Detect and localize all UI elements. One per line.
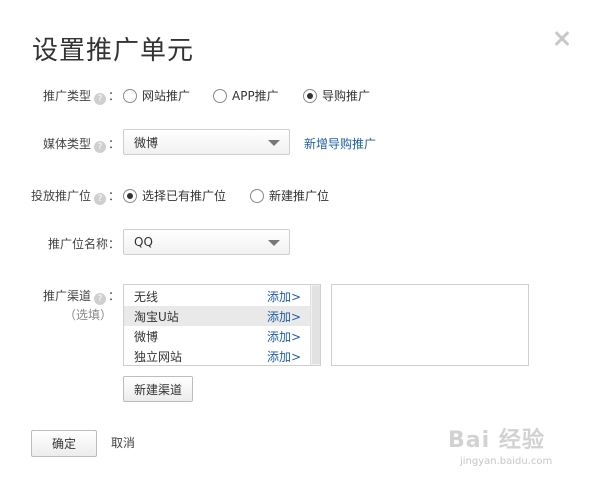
media-type-select[interactable]: 微博: [123, 129, 290, 155]
caret-down-icon: [268, 240, 280, 246]
radio-label: 网站推广: [142, 89, 191, 103]
radio-shopping-promo[interactable]: 导购推广: [303, 87, 370, 104]
media-type-label: 媒体类型: [42, 137, 91, 151]
help-icon[interactable]: ?: [93, 293, 106, 305]
help-icon[interactable]: ?: [93, 93, 106, 105]
scrollbar-thumb[interactable]: [312, 286, 320, 364]
set-promo-unit-dialog: 设置推广单元 推广类型?： 网站推广 APP推广 导购推广 媒体类型?： 微博 …: [0, 0, 595, 485]
radio-circle-icon[interactable]: [123, 88, 137, 103]
channel-list[interactable]: 无线 添加> 淘宝U站 添加> 微博 添加> 独立网站 添加>: [123, 284, 321, 366]
list-item-selected[interactable]: 淘宝U站 添加>: [124, 306, 310, 326]
radio-label: 选择已有推广位: [142, 189, 227, 203]
cancel-link[interactable]: 取消: [111, 434, 135, 451]
caret-down-icon: [268, 140, 280, 146]
list-item[interactable]: 独立网站 添加>: [124, 346, 310, 365]
watermark-brand: Bai 经验: [448, 428, 545, 453]
channel-name: 无线: [134, 289, 159, 304]
radio-circle-icon[interactable]: [250, 188, 264, 203]
channel-name: 淘宝U站: [134, 309, 179, 324]
radio-site-promo[interactable]: 网站推广: [123, 87, 190, 104]
placement-name-value: QQ: [134, 235, 153, 249]
radio-existing-placement[interactable]: 选择已有推广位: [123, 187, 226, 204]
placement-label-row: 投放推广位?：: [30, 189, 120, 205]
radio-circle-checked-icon[interactable]: [303, 88, 317, 103]
channel-optional-label: （选填）: [63, 308, 112, 322]
radio-label: 导购推广: [322, 89, 371, 103]
placement-label: 投放推广位: [30, 189, 91, 203]
add-shopping-promo-link[interactable]: 新增导购推广: [304, 135, 376, 152]
help-icon[interactable]: ?: [93, 141, 106, 153]
placement-name-select[interactable]: QQ: [123, 229, 290, 255]
channel-label: 推广渠道: [42, 289, 91, 303]
add-channel-link[interactable]: 添加>: [267, 348, 301, 365]
media-type-value: 微博: [134, 135, 159, 150]
list-scrollbar[interactable]: [310, 285, 320, 365]
selected-channels-box[interactable]: [331, 284, 529, 366]
baidu-jingyan-watermark: Bai 经验 jingyan.baidu.com: [448, 420, 583, 474]
new-channel-button[interactable]: 新建渠道: [123, 376, 193, 402]
radio-label: APP推广: [232, 89, 279, 103]
promo-type-label: 推广类型: [42, 89, 91, 103]
add-channel-link[interactable]: 添加>: [267, 288, 301, 305]
promo-type-label-row: 推广类型?：: [42, 89, 120, 105]
dialog-title: 设置推广单元: [32, 36, 195, 66]
confirm-button[interactable]: 确定: [31, 430, 97, 457]
placement-name-label: 推广位名称: [47, 237, 108, 251]
add-channel-link[interactable]: 添加>: [267, 308, 301, 325]
close-icon[interactable]: [552, 28, 572, 48]
list-item[interactable]: 无线 添加>: [124, 286, 310, 306]
radio-new-placement[interactable]: 新建推广位: [250, 187, 329, 204]
radio-label: 新建推广位: [269, 189, 330, 203]
placement-name-label-row: 推广位名称：: [47, 237, 120, 251]
channel-name: 独立网站: [134, 349, 183, 364]
radio-circle-checked-icon[interactable]: [123, 188, 137, 203]
watermark-url: jingyan.baidu.com: [460, 456, 553, 467]
radio-circle-icon[interactable]: [213, 88, 227, 103]
media-type-label-row: 媒体类型?：: [42, 137, 120, 153]
radio-app-promo[interactable]: APP推广: [213, 87, 279, 104]
add-channel-link[interactable]: 添加>: [267, 328, 301, 345]
channel-name: 微博: [134, 329, 159, 344]
channel-label-row: 推广渠道?：: [42, 289, 120, 305]
help-icon[interactable]: ?: [93, 193, 106, 205]
list-item[interactable]: 微博 添加>: [124, 326, 310, 346]
